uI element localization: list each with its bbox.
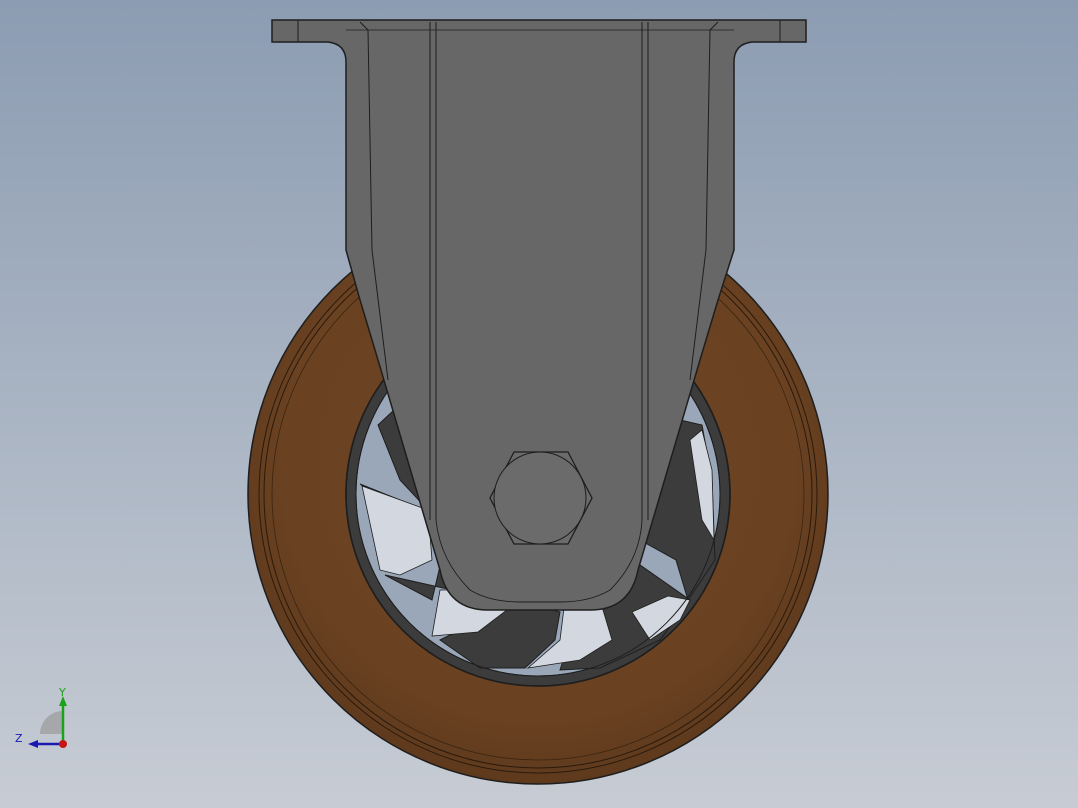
- triad-z-label: Z: [15, 732, 23, 745]
- caster-model[interactable]: [0, 0, 1078, 808]
- view-orientation-triad: Y Z: [15, 686, 67, 748]
- triad-x-axis-dot: [59, 740, 67, 748]
- graphics-viewport[interactable]: Y Z: [0, 0, 1078, 808]
- triad-plane-indicator: [40, 711, 63, 734]
- triad-y-label: Y: [58, 686, 66, 699]
